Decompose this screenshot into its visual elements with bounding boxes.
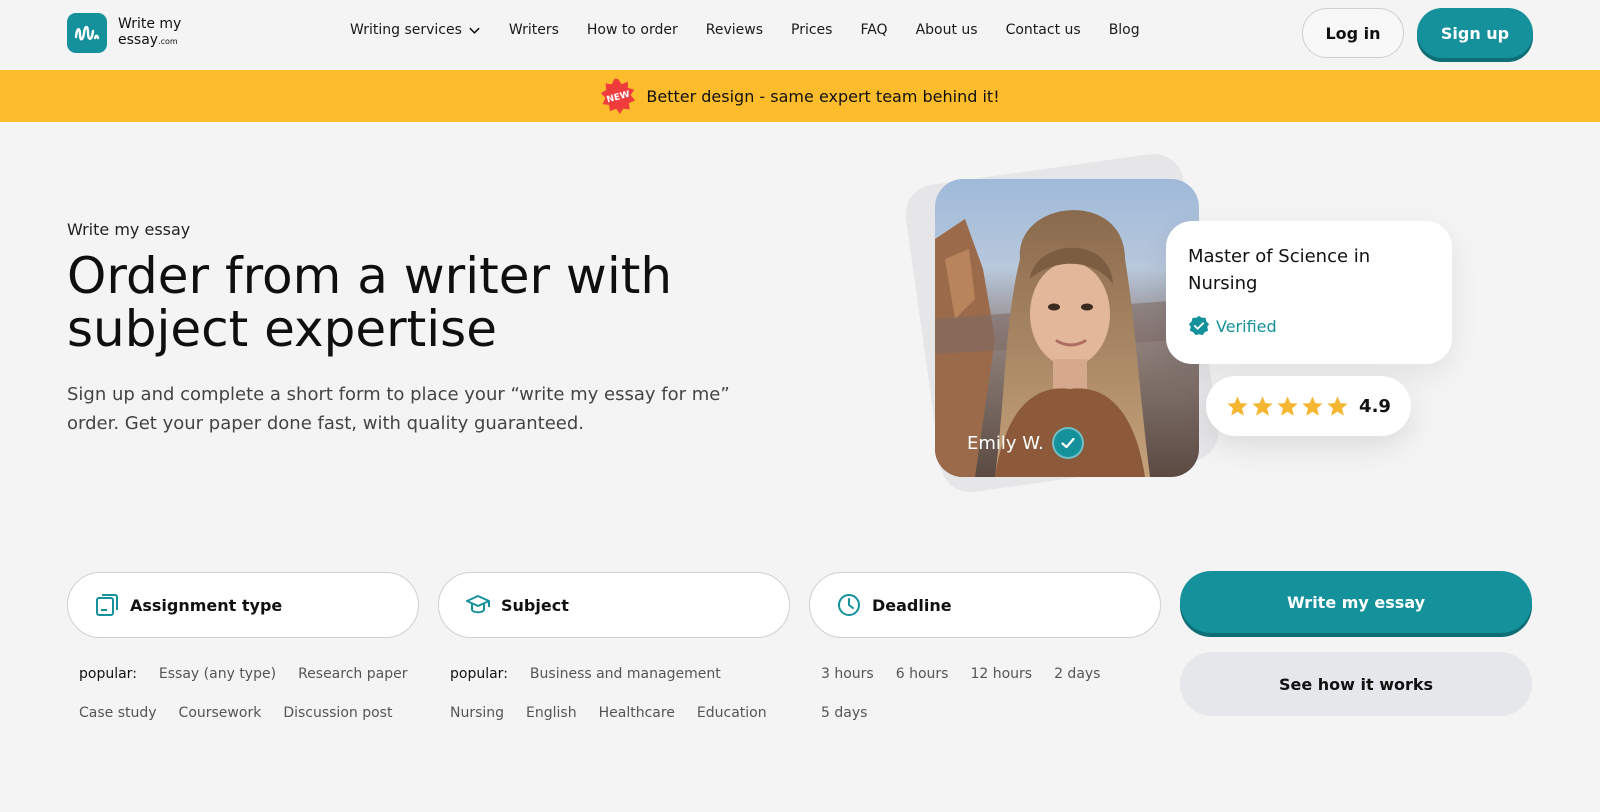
assignment-type-label: Assignment type [130, 595, 283, 615]
option-tag[interactable]: Coursework [168, 702, 273, 724]
writer-rating-card: 4.9 [1206, 376, 1411, 436]
rating-stars [1226, 395, 1351, 418]
subject-label: Subject [501, 595, 569, 615]
rating-value: 4.9 [1359, 395, 1391, 417]
option-tag[interactable]: Healthcare [588, 702, 686, 724]
writer-name: Emily W. [967, 427, 1084, 459]
writer-photo: Emily W. [935, 179, 1199, 477]
star-icon [1277, 395, 1298, 416]
deadline-field[interactable]: Deadline [809, 572, 1161, 638]
nav-writers[interactable]: Writers [509, 22, 559, 38]
clock-icon [838, 594, 860, 616]
announcement-banner: NEW Better design - same expert team beh… [0, 70, 1600, 122]
see-how-it-works-button[interactable]: See how it works [1180, 652, 1532, 716]
popular-label: popular: [79, 666, 137, 682]
option-tag[interactable]: 12 hours [959, 663, 1043, 685]
logo-icon [67, 13, 107, 53]
writer-degree-card: Master of Science in Nursing Verified [1166, 221, 1452, 364]
nav-about-us[interactable]: About us [916, 22, 978, 38]
star-icon [1227, 395, 1248, 416]
check-icon [1051, 427, 1084, 459]
nav-reviews[interactable]: Reviews [706, 22, 763, 38]
nav-how-to-order[interactable]: How to order [587, 22, 678, 38]
option-tag[interactable]: 6 hours [885, 663, 960, 685]
site-header: Write my essay.com Writing services Writ… [0, 0, 1600, 70]
option-tag[interactable]: Discussion post [272, 702, 403, 724]
option-tag[interactable]: Education [686, 702, 778, 724]
logo-text: Write my essay.com [118, 16, 182, 48]
option-tag[interactable]: 2 days [1043, 663, 1111, 685]
nav-prices[interactable]: Prices [791, 22, 832, 38]
hero-subtitle: Sign up and complete a short form to pla… [67, 384, 730, 434]
option-tag[interactable]: 5 days [810, 702, 878, 724]
subject-options: popular: Business and management Nursing… [439, 663, 799, 724]
deadline-label: Deadline [872, 595, 952, 615]
main-nav: Writing services Writers How to order Re… [350, 22, 1140, 38]
verified-badge-icon [1188, 315, 1210, 336]
option-tag[interactable]: 3 hours [810, 663, 885, 685]
signup-button[interactable]: Sign up [1417, 8, 1533, 58]
nav-writing-services[interactable]: Writing services [350, 22, 481, 38]
option-tag[interactable]: Business and management [519, 663, 732, 685]
assignment-type-field[interactable]: Assignment type [67, 572, 419, 638]
option-tag[interactable]: Essay (any type) [148, 663, 287, 685]
banner-text: Better design - same expert team behind … [646, 86, 1000, 106]
graduation-cap-icon [466, 595, 490, 614]
document-icon [96, 594, 118, 616]
option-tag[interactable]: English [515, 702, 588, 724]
hero-title: Order from a writer with subject experti… [67, 247, 673, 358]
option-tag[interactable]: Research paper [287, 663, 418, 685]
write-my-essay-button[interactable]: Write my essay [1180, 571, 1532, 633]
hero-eyebrow: Write my essay [67, 220, 191, 239]
star-icon [1302, 395, 1323, 416]
popular-label: popular: [450, 666, 508, 682]
star-icon [1252, 395, 1273, 416]
chevron-down-icon [469, 27, 480, 34]
deadline-options: 3 hours 6 hours 12 hours 2 days 5 days [810, 663, 1130, 724]
option-tag[interactable]: Nursing [439, 702, 515, 724]
subject-field[interactable]: Subject [438, 572, 790, 638]
new-badge-icon: NEW [601, 78, 636, 114]
writer-degree: Master of Science in Nursing [1188, 246, 1371, 294]
login-button[interactable]: Log in [1302, 8, 1404, 58]
option-tag[interactable]: Case study [68, 702, 168, 724]
nav-contact-us[interactable]: Contact us [1006, 22, 1081, 38]
nav-faq[interactable]: FAQ [860, 22, 887, 38]
nav-blog[interactable]: Blog [1109, 22, 1140, 38]
logo[interactable]: Write my essay.com [67, 13, 181, 53]
verified-status: Verified [1188, 315, 1430, 337]
assignment-type-options: popular: Essay (any type) Research paper… [68, 663, 428, 724]
star-icon [1327, 395, 1348, 416]
